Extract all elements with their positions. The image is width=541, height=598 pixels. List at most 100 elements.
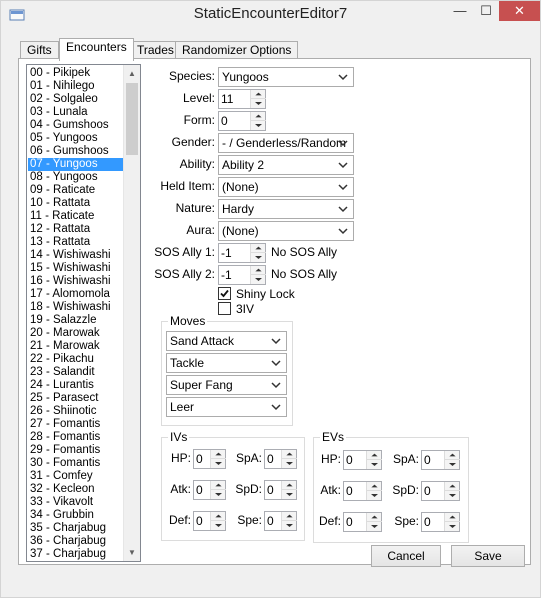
list-item[interactable]: 31 - Comfey (28, 470, 124, 483)
list-item[interactable]: 21 - Marowak (28, 340, 124, 353)
spin-up-icon[interactable] (282, 512, 297, 521)
list-item[interactable]: 10 - Rattata (28, 197, 124, 210)
shiny-lock-checkbox[interactable] (218, 287, 231, 300)
three-iv-checkbox[interactable] (218, 302, 231, 315)
spin-up-icon[interactable] (211, 450, 226, 459)
list-item[interactable]: 13 - Rattata (28, 236, 124, 249)
spin-down-icon[interactable] (445, 491, 460, 500)
list-item[interactable]: 27 - Fomantis (28, 418, 124, 431)
ev-spa-stepper[interactable]: 0 (421, 450, 460, 470)
spin-up-icon[interactable] (367, 451, 382, 460)
list-item[interactable]: 20 - Marowak (28, 327, 124, 340)
ev-atk-stepper[interactable]: 0 (343, 481, 382, 501)
ev-spe-stepper[interactable]: 0 (421, 512, 460, 532)
spin-down-icon[interactable] (367, 522, 382, 531)
move-3-dropdown[interactable]: Super Fang (166, 375, 287, 395)
list-item[interactable]: 17 - Alomomola (28, 288, 124, 301)
spin-down-icon[interactable] (251, 99, 266, 108)
iv-spe-stepper[interactable]: 0 (264, 511, 297, 531)
iv-hp-stepper[interactable]: 0 (193, 449, 226, 469)
spin-up-icon[interactable] (445, 513, 460, 522)
spin-up-icon[interactable] (445, 451, 460, 460)
list-item[interactable]: 07 - Yungoos (28, 158, 124, 171)
list-item[interactable]: 23 - Salandit (28, 366, 124, 379)
move-1-dropdown[interactable]: Sand Attack (166, 331, 287, 351)
spin-up-icon[interactable] (251, 112, 266, 121)
list-item[interactable]: 30 - Fomantis (28, 457, 124, 470)
move-4-dropdown[interactable]: Leer (166, 397, 287, 417)
spin-down-icon[interactable] (251, 275, 266, 284)
aura-dropdown[interactable]: (None) (218, 221, 354, 241)
spin-down-icon[interactable] (211, 490, 226, 499)
sos-ally-1-stepper[interactable]: -1 (218, 243, 266, 263)
list-item[interactable]: 14 - Wishiwashi (28, 249, 124, 262)
spin-down-icon[interactable] (445, 522, 460, 531)
form-stepper[interactable]: 0 (218, 111, 266, 131)
list-item[interactable]: 09 - Raticate (28, 184, 124, 197)
list-item[interactable]: 15 - Wishiwashi (28, 262, 124, 275)
spin-down-icon[interactable] (282, 459, 297, 468)
held-item-dropdown[interactable]: (None) (218, 177, 354, 197)
list-item[interactable]: 00 - Pikipek (28, 67, 124, 80)
list-item[interactable]: 26 - Shiinotic (28, 405, 124, 418)
minimize-button[interactable]: — (447, 1, 473, 21)
spin-up-icon[interactable] (282, 481, 297, 490)
spin-down-icon[interactable] (445, 460, 460, 469)
maximize-button[interactable]: ☐ (473, 1, 499, 21)
list-item[interactable]: 34 - Grubbin (28, 509, 124, 522)
list-item[interactable]: 01 - Nihilego (28, 80, 124, 93)
list-item[interactable]: 05 - Yungoos (28, 132, 124, 145)
spin-up-icon[interactable] (367, 482, 382, 491)
list-item[interactable]: 24 - Lurantis (28, 379, 124, 392)
iv-def-stepper[interactable]: 0 (193, 511, 226, 531)
three-iv-label[interactable]: 3IV (236, 302, 254, 316)
list-item[interactable]: 22 - Pikachu (28, 353, 124, 366)
list-item[interactable]: 18 - Wishiwashi (28, 301, 124, 314)
level-stepper[interactable]: 11 (218, 89, 266, 109)
list-item[interactable]: 16 - Wishiwashi (28, 275, 124, 288)
list-item[interactable]: 06 - Gumshoos (28, 145, 124, 158)
ev-hp-stepper[interactable]: 0 (343, 450, 382, 470)
list-item[interactable]: 36 - Charjabug (28, 535, 124, 548)
close-button[interactable]: ✕ (499, 1, 540, 21)
ev-def-stepper[interactable]: 0 (343, 512, 382, 532)
iv-spd-stepper[interactable]: 0 (264, 480, 297, 500)
iv-atk-stepper[interactable]: 0 (193, 480, 226, 500)
spin-up-icon[interactable] (251, 244, 266, 253)
spin-down-icon[interactable] (211, 521, 226, 530)
spin-up-icon[interactable] (282, 450, 297, 459)
list-item[interactable]: 12 - Rattata (28, 223, 124, 236)
spin-up-icon[interactable] (445, 482, 460, 491)
spin-up-icon[interactable] (211, 512, 226, 521)
list-item[interactable]: 33 - Vikavolt (28, 496, 124, 509)
list-item[interactable]: 28 - Fomantis (28, 431, 124, 444)
list-item[interactable]: 37 - Charjabug (28, 548, 124, 561)
cancel-button[interactable]: Cancel (371, 545, 441, 567)
ability-dropdown[interactable]: Ability 2 (218, 155, 354, 175)
sos-ally-2-stepper[interactable]: -1 (218, 265, 266, 285)
spin-down-icon[interactable] (251, 121, 266, 130)
ev-spd-stepper[interactable]: 0 (421, 481, 460, 501)
spin-up-icon[interactable] (367, 513, 382, 522)
scroll-up-icon[interactable]: ▲ (124, 65, 140, 82)
iv-spa-stepper[interactable]: 0 (264, 449, 297, 469)
nature-dropdown[interactable]: Hardy (218, 199, 354, 219)
tab-encounters[interactable]: Encounters (59, 38, 134, 61)
list-item[interactable]: 32 - Kecleon (28, 483, 124, 496)
scroll-down-icon[interactable]: ▼ (124, 544, 140, 561)
spin-up-icon[interactable] (251, 90, 266, 99)
shiny-lock-label[interactable]: Shiny Lock (236, 287, 295, 301)
list-item[interactable]: 02 - Solgaleo (28, 93, 124, 106)
list-item[interactable]: 11 - Raticate (28, 210, 124, 223)
gender-dropdown[interactable]: - / Genderless/Random (218, 133, 354, 153)
spin-up-icon[interactable] (251, 266, 266, 275)
spin-up-icon[interactable] (211, 481, 226, 490)
move-2-dropdown[interactable]: Tackle (166, 353, 287, 373)
list-item[interactable]: 25 - Parasect (28, 392, 124, 405)
list-scrollbar[interactable]: ▲ ▼ (123, 65, 140, 561)
save-button[interactable]: Save (451, 545, 525, 567)
spin-down-icon[interactable] (367, 491, 382, 500)
list-item[interactable]: 04 - Gumshoos (28, 119, 124, 132)
spin-down-icon[interactable] (282, 490, 297, 499)
list-item[interactable]: 29 - Fomantis (28, 444, 124, 457)
